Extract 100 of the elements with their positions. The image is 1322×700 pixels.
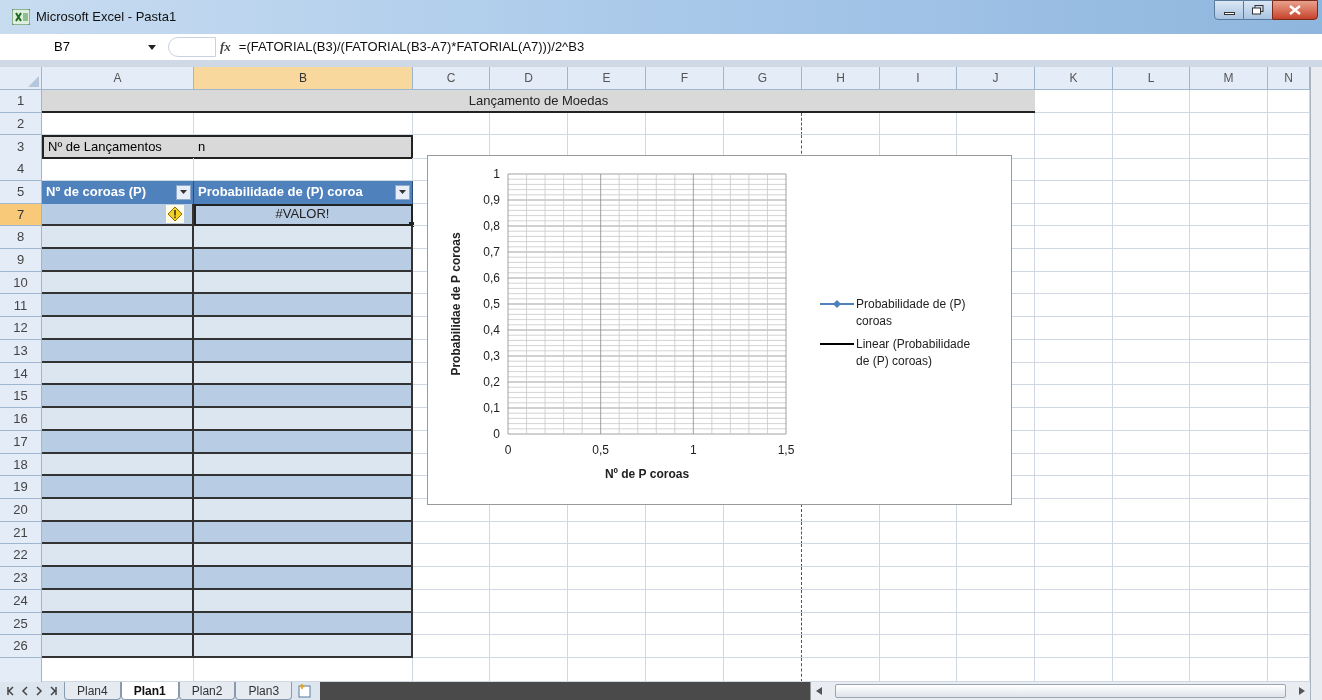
sheet-tab[interactable]: Plan1 xyxy=(120,682,179,700)
column-header[interactable]: G xyxy=(724,67,802,90)
table-cell[interactable] xyxy=(194,339,413,363)
sheet-tab[interactable]: Plan3 xyxy=(235,682,293,700)
column-header[interactable]: M xyxy=(1190,67,1268,90)
formula-text[interactable]: =(FATORIAL(B3)/(FATORIAL(B3-A7)*FATORIAL(A7)))/2^B3 xyxy=(238,37,585,57)
sheet-nav-arrow-icon[interactable] xyxy=(6,686,16,696)
table-cell[interactable] xyxy=(194,498,413,522)
row-header[interactable]: 25 xyxy=(0,612,42,636)
table-cell[interactable] xyxy=(194,317,413,340)
table-cell[interactable] xyxy=(194,408,413,431)
legend-label: Probabilidade de (P) coroas xyxy=(856,296,967,330)
table-cell[interactable] xyxy=(194,362,413,386)
row-header[interactable]: 10 xyxy=(0,271,42,295)
y-tick-label: 1 xyxy=(493,167,500,181)
row-header[interactable]: 13 xyxy=(0,339,42,363)
row-header[interactable]: 7 xyxy=(0,203,42,227)
row-header[interactable]: 14 xyxy=(0,362,42,386)
caret-icon xyxy=(180,190,187,195)
row-header[interactable]: 24 xyxy=(0,589,42,613)
column-header[interactable]: J xyxy=(957,67,1035,90)
close-button[interactable] xyxy=(1272,0,1318,20)
y-tick-label: 0,5 xyxy=(483,297,500,311)
filter-button[interactable] xyxy=(395,184,410,200)
warning-icon[interactable] xyxy=(166,204,184,223)
sheet-nav-arrow-icon[interactable] xyxy=(48,686,58,696)
right-arrow-icon xyxy=(1299,687,1305,695)
column-header[interactable]: K xyxy=(1035,67,1113,90)
row-header[interactable]: 5 xyxy=(0,180,42,204)
table-cell[interactable]: #VALOR! xyxy=(194,203,413,227)
table-cell[interactable] xyxy=(194,249,413,272)
column-header[interactable]: F xyxy=(646,67,724,90)
sheet-tab[interactable]: Plan2 xyxy=(178,682,236,700)
table-cell[interactable] xyxy=(194,226,413,250)
x-tick-label: 1,5 xyxy=(777,443,795,457)
header-label: Probabilidade de (P) coroa xyxy=(198,183,363,202)
row-header[interactable]: 11 xyxy=(0,294,42,318)
caret-icon xyxy=(399,190,406,195)
close-icon xyxy=(1289,5,1301,15)
table-cell[interactable] xyxy=(194,521,413,545)
table-cell[interactable] xyxy=(194,476,413,499)
table-cell[interactable] xyxy=(194,589,413,613)
table-cell[interactable] xyxy=(194,385,413,409)
table-cell[interactable] xyxy=(194,271,413,295)
table-cell[interactable] xyxy=(194,453,413,477)
row-header[interactable]: 15 xyxy=(0,385,42,409)
column-header[interactable]: H xyxy=(802,67,880,90)
column-header[interactable]: D xyxy=(490,67,568,90)
minimize-button[interactable] xyxy=(1214,0,1244,20)
row-header[interactable]: 22 xyxy=(0,544,42,568)
table-cell[interactable] xyxy=(194,567,413,590)
row-header[interactable]: 23 xyxy=(0,567,42,590)
sheet-title: Lançamento de Moedas xyxy=(42,90,1035,113)
row-header[interactable]: 1 xyxy=(0,90,42,113)
column-header[interactable]: E xyxy=(568,67,646,90)
function-button[interactable]: fx xyxy=(220,37,231,57)
row-header[interactable]: 17 xyxy=(0,430,42,454)
row-header[interactable]: 9 xyxy=(0,249,42,272)
column-header[interactable]: C xyxy=(413,67,490,90)
row-header[interactable]: 2 xyxy=(0,112,42,136)
row-header[interactable]: 12 xyxy=(0,317,42,340)
row-header[interactable]: 4 xyxy=(0,158,42,181)
name-box[interactable]: B7 xyxy=(24,37,164,57)
row-header[interactable]: 20 xyxy=(0,498,42,522)
y-tick-label: 0,2 xyxy=(483,375,500,389)
maximize-button[interactable] xyxy=(1244,0,1272,20)
table-cell[interactable] xyxy=(194,430,413,454)
y-tick-label: 0,9 xyxy=(483,193,500,207)
line-chart[interactable]: 0 0,1 0,2 0,3 0,4 0,5 0,6 0,7 0,8 0,9 1 0 0,5 1 1,5 Probabilidae de P coroas Nº de P coroas Probabilidade de (P) coroas Linear (Probabilidade de (P) coroas) xyxy=(427,155,1012,505)
row-header[interactable]: 16 xyxy=(0,408,42,431)
row-header[interactable]: 18 xyxy=(0,453,42,477)
y-tick-label: 0,4 xyxy=(483,323,500,337)
vertical-scrollbar[interactable] xyxy=(1310,67,1322,700)
table-cell[interactable] xyxy=(194,635,413,658)
filter-button[interactable] xyxy=(176,184,191,200)
row-header[interactable]: 21 xyxy=(0,521,42,545)
x-tick-label: 1 xyxy=(690,443,697,457)
sheet-tab[interactable]: Plan4 xyxy=(64,682,121,700)
table-cell[interactable] xyxy=(194,544,413,568)
x-axis-title: Nº de P coroas xyxy=(604,467,690,481)
table-cell[interactable] xyxy=(194,612,413,636)
column-header[interactable]: L xyxy=(1113,67,1190,90)
row-header[interactable]: 3 xyxy=(0,135,42,159)
minimize-icon xyxy=(1223,12,1235,15)
table-cell[interactable] xyxy=(194,294,413,318)
y-tick-label: 0,7 xyxy=(483,245,500,259)
column-header[interactable]: A xyxy=(42,67,194,90)
corner-triangle-icon xyxy=(28,76,39,87)
restore-icon xyxy=(1252,5,1264,15)
scroll-thumb[interactable] xyxy=(835,684,1286,698)
row-header[interactable]: 19 xyxy=(0,476,42,499)
column-header[interactable]: I xyxy=(880,67,957,90)
row-header[interactable]: 8 xyxy=(0,226,42,250)
y-tick-label: 0,8 xyxy=(483,219,500,233)
legend-label: Linear (Probabilidade de (P) coroas) xyxy=(856,336,972,370)
window-title: Microsoft Excel - Pasta1 xyxy=(36,8,177,27)
spreadsheet-app-icon xyxy=(12,9,30,25)
row-header[interactable]: 26 xyxy=(0,635,42,658)
column-header[interactable]: N xyxy=(1268,67,1310,90)
column-header[interactable]: B xyxy=(194,67,413,90)
